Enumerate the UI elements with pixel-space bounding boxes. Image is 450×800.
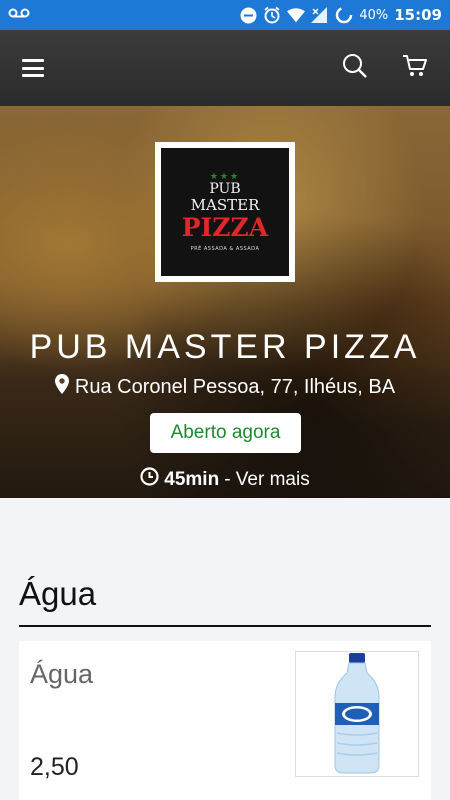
clock-icon <box>140 467 159 492</box>
hamburger-menu-icon[interactable] <box>22 59 44 77</box>
menu-item-name: Água <box>30 659 94 689</box>
menu-item-card[interactable]: Água 2,50 <box>19 641 431 800</box>
delivery-info[interactable]: 45min - Ver mais <box>0 467 450 492</box>
cart-icon[interactable] <box>402 54 428 82</box>
logo-line-3: PIZZA <box>181 213 269 242</box>
water-bottle-image <box>295 651 419 777</box>
restaurant-address: Rua Coronel Pessoa, 77, Ilhéus, BA <box>0 374 450 400</box>
battery-saver-icon <box>335 6 353 24</box>
battery-percent: 40% <box>359 7 389 23</box>
alarm-icon <box>263 6 281 24</box>
logo-line-2: MASTER <box>190 196 260 214</box>
section-divider <box>19 625 431 627</box>
do-not-disturb-icon <box>239 6 257 24</box>
search-icon[interactable] <box>342 53 368 83</box>
status-bar: 40% 15:09 <box>0 0 450 30</box>
logo-line-4: PRÉ ASSADA & ASSADA <box>190 246 260 252</box>
app-bar <box>0 30 450 106</box>
wifi-icon <box>287 6 306 24</box>
address-text: Rua Coronel Pessoa, 77, Ilhéus, BA <box>74 375 396 398</box>
section-title: Água <box>19 575 97 612</box>
delivery-time: 45min <box>164 468 220 490</box>
open-status-badge: Aberto agora <box>150 413 301 453</box>
see-more-link[interactable]: - Ver mais <box>224 469 310 491</box>
clock: 15:09 <box>394 6 442 24</box>
logo-line-1: PUB <box>209 181 241 197</box>
map-marker-icon <box>54 374 69 400</box>
voicemail-icon <box>8 7 38 23</box>
menu-item-price: 2,50 <box>30 753 79 781</box>
restaurant-logo: ★★★ PUB MASTER PIZZA PRÉ ASSADA & ASSADA <box>155 142 295 282</box>
restaurant-hero: ★★★ PUB MASTER PIZZA PRÉ ASSADA & ASSADA… <box>0 106 450 498</box>
restaurant-name: PUB MASTER PIZZA <box>29 328 421 366</box>
signal-icon <box>311 6 329 24</box>
